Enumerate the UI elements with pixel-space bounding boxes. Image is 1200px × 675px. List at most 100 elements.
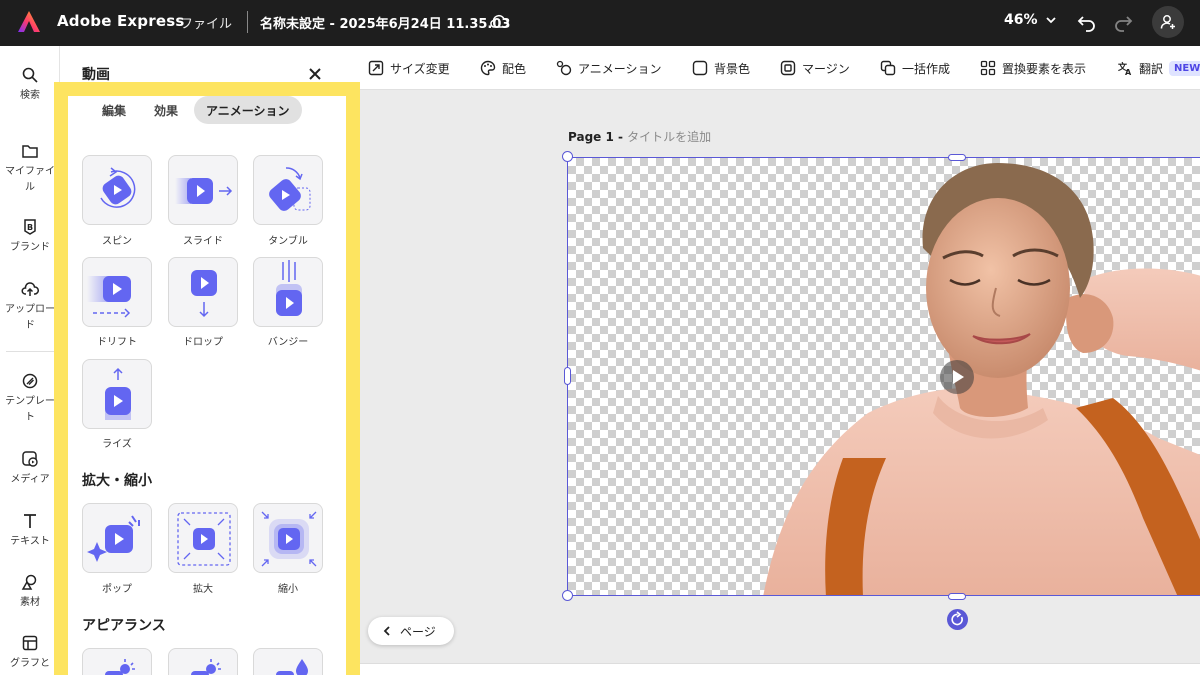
animation-spin[interactable] bbox=[82, 155, 152, 225]
animation-zoom-in[interactable] bbox=[168, 503, 238, 573]
animation-label: スライド bbox=[183, 236, 223, 247]
play-button[interactable] bbox=[940, 360, 974, 394]
animation-appearance-2[interactable] bbox=[168, 648, 238, 675]
zoom-out-icon bbox=[261, 511, 317, 567]
resize-handle-top-left[interactable] bbox=[562, 151, 573, 162]
sun-icon bbox=[191, 659, 221, 675]
svg-text:A: A bbox=[1125, 68, 1132, 76]
page-name: Page 1 - bbox=[568, 130, 628, 144]
background-swatch-icon bbox=[692, 60, 708, 76]
batch-icon bbox=[880, 60, 896, 76]
translate-label: 翻訳 bbox=[1139, 61, 1164, 76]
animation-icon bbox=[556, 60, 572, 76]
rail-item-my-files[interactable]: マイファイル bbox=[0, 142, 60, 196]
rotate-handle[interactable] bbox=[947, 609, 968, 630]
tumble-icon bbox=[269, 167, 311, 211]
rail-item-elements[interactable]: 素材 bbox=[0, 573, 60, 611]
rise-icon bbox=[105, 367, 131, 420]
rail-item-templates[interactable]: テンプレート bbox=[0, 372, 60, 426]
zoom-level[interactable]: 46% bbox=[1004, 12, 1038, 28]
elements-icon bbox=[21, 574, 37, 590]
color-button[interactable]: 配色 bbox=[480, 58, 526, 78]
rail-item-text[interactable]: テキスト bbox=[0, 512, 60, 550]
animation-zoom-out[interactable] bbox=[253, 503, 323, 573]
page-title-input[interactable]: タイトルを追加 bbox=[627, 130, 711, 144]
batch-label: 一括作成 bbox=[902, 61, 951, 76]
translate-button[interactable]: 文A 翻訳 NEW bbox=[1117, 58, 1200, 78]
zoom-in-icon bbox=[177, 512, 231, 566]
rail-item-charts-grids[interactable]: グラフと bbox=[0, 634, 60, 672]
animation-bungee[interactable] bbox=[253, 257, 323, 327]
rail-label: テキスト bbox=[10, 536, 50, 547]
divider bbox=[247, 11, 248, 33]
rail-label: マイファイル bbox=[5, 166, 55, 193]
spin-icon bbox=[100, 167, 136, 208]
section-heading-scale: 拡大・縮小 bbox=[82, 473, 152, 489]
rail-label: グラフと bbox=[10, 658, 50, 669]
timeline-strip bbox=[360, 663, 1200, 675]
top-bar: Adobe Express ファイル 名称未設定 - 2025年6月24日 11… bbox=[0, 0, 1200, 46]
rail-label: ブランド bbox=[10, 242, 50, 253]
show-replaceable-button[interactable]: 置換要素を表示 bbox=[980, 58, 1086, 78]
pages-button[interactable]: ページ bbox=[368, 617, 454, 645]
brand-icon: B bbox=[24, 219, 36, 235]
background-label: 背景色 bbox=[714, 61, 751, 76]
animation-drop[interactable] bbox=[168, 257, 238, 327]
account-button[interactable] bbox=[1152, 6, 1184, 38]
media-icon bbox=[22, 451, 38, 467]
animation-label: ドロップ bbox=[183, 337, 223, 348]
file-menu[interactable]: ファイル bbox=[180, 13, 232, 32]
undo-icon[interactable] bbox=[1076, 11, 1098, 33]
text-icon bbox=[24, 514, 36, 528]
animation-pop[interactable] bbox=[82, 503, 152, 573]
rail-item-media[interactable]: メディア bbox=[0, 450, 60, 488]
divider bbox=[6, 351, 54, 352]
add-user-icon bbox=[1160, 15, 1175, 29]
animation-appearance-3[interactable] bbox=[253, 648, 323, 675]
rail-label: 素材 bbox=[20, 597, 40, 608]
animation-appearance-1[interactable] bbox=[82, 648, 152, 675]
margin-button[interactable]: マージン bbox=[780, 58, 850, 78]
tab-effects[interactable]: 効果 bbox=[142, 96, 190, 124]
resize-handle-bottom-left[interactable] bbox=[562, 590, 573, 601]
resize-button[interactable]: サイズ変更 bbox=[368, 58, 450, 78]
resize-handle-left[interactable] bbox=[564, 367, 571, 385]
animation-label: 拡大 bbox=[193, 584, 213, 595]
person-image bbox=[763, 163, 1200, 595]
close-icon[interactable] bbox=[305, 64, 325, 84]
panel-tabs: 編集 効果 アニメーション bbox=[90, 96, 302, 124]
resize-label: サイズ変更 bbox=[390, 61, 450, 76]
search-icon bbox=[22, 67, 38, 83]
background-color-button[interactable]: 背景色 bbox=[692, 58, 750, 78]
resize-handle-bottom[interactable] bbox=[948, 593, 966, 600]
cloud-icon[interactable] bbox=[488, 12, 510, 32]
animation-drift[interactable] bbox=[82, 257, 152, 327]
pages-label: ページ bbox=[400, 624, 436, 639]
drop-icon bbox=[191, 270, 217, 318]
sun-icon bbox=[105, 659, 135, 675]
play-icon bbox=[953, 370, 964, 384]
rail-item-search[interactable]: 検索 bbox=[0, 66, 60, 104]
chevron-down-icon[interactable] bbox=[1044, 13, 1058, 27]
animation-slide[interactable] bbox=[168, 155, 238, 225]
tab-animation[interactable]: アニメーション bbox=[194, 96, 302, 124]
template-icon bbox=[22, 373, 38, 389]
animation-rise[interactable] bbox=[82, 359, 152, 429]
redo-icon[interactable] bbox=[1112, 11, 1134, 33]
folder-icon bbox=[22, 145, 38, 158]
animation-label: ライズ bbox=[102, 439, 132, 450]
animation-label: タンブル bbox=[268, 236, 308, 247]
adobe-express-logo-icon[interactable] bbox=[16, 9, 42, 35]
resize-handle-top[interactable] bbox=[948, 154, 966, 161]
margin-icon bbox=[780, 60, 796, 76]
panel-title: 動画 bbox=[82, 67, 110, 83]
batch-create-button[interactable]: 一括作成 bbox=[880, 58, 950, 78]
rail-item-brand[interactable]: B ブランド bbox=[0, 218, 60, 256]
document-title[interactable]: 名称未設定 - 2025年6月24日 11.35.03 bbox=[260, 13, 510, 32]
replace-label: 置換要素を表示 bbox=[1002, 61, 1087, 76]
tab-edit[interactable]: 編集 bbox=[90, 96, 138, 124]
video-artboard[interactable] bbox=[567, 157, 1200, 596]
animation-tumble[interactable] bbox=[253, 155, 323, 225]
animation-button[interactable]: アニメーション bbox=[556, 58, 662, 78]
rail-item-upload[interactable]: アップロード bbox=[0, 280, 60, 334]
